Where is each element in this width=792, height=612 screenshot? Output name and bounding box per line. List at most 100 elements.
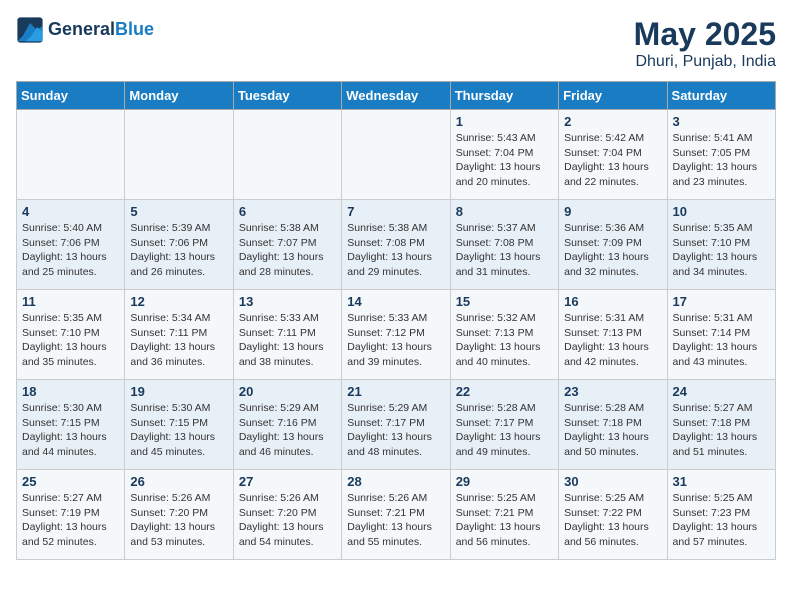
calendar-cell: 31Sunrise: 5:25 AM Sunset: 7:23 PM Dayli… — [667, 470, 775, 560]
calendar-cell: 5 Sunrise: 5:39 AM Sunset: 7:06 PM Daylig… — [125, 200, 233, 290]
calendar-week-row: 4 Sunrise: 5:40 AM Sunset: 7:06 PM Daylig… — [17, 200, 776, 290]
day-number: 10 — [673, 204, 770, 219]
cell-info: Sunrise: 5:31 AM Sunset: 7:14 PM Dayligh… — [673, 311, 770, 370]
day-number: 30 — [564, 474, 661, 489]
calendar-cell: 29Sunrise: 5:25 AM Sunset: 7:21 PM Dayli… — [450, 470, 558, 560]
cell-info: Sunrise: 5:26 AM Sunset: 7:20 PM Dayligh… — [239, 491, 336, 550]
logo-text-block: GeneralBlue — [48, 20, 154, 40]
page-header: GeneralBlue May 2025 Dhuri, Punjab, Indi… — [16, 16, 776, 71]
day-number: 2 — [564, 114, 661, 129]
calendar-cell: 9 Sunrise: 5:36 AM Sunset: 7:09 PM Daylig… — [559, 200, 667, 290]
calendar-header-row: SundayMondayTuesdayWednesdayThursdayFrid… — [17, 82, 776, 110]
calendar-cell — [17, 110, 125, 200]
cell-info: Sunrise: 5:29 AM Sunset: 7:16 PM Dayligh… — [239, 401, 336, 460]
day-number: 18 — [22, 384, 119, 399]
day-number: 14 — [347, 294, 444, 309]
calendar-cell: 3 Sunrise: 5:41 AM Sunset: 7:05 PM Daylig… — [667, 110, 775, 200]
cell-info: Sunrise: 5:30 AM Sunset: 7:15 PM Dayligh… — [130, 401, 227, 460]
calendar-cell: 22Sunrise: 5:28 AM Sunset: 7:17 PM Dayli… — [450, 380, 558, 470]
cell-info: Sunrise: 5:37 AM Sunset: 7:08 PM Dayligh… — [456, 221, 553, 280]
calendar-cell: 18 Sunrise: 5:30 AM Sunset: 7:15 PM Dayli… — [17, 380, 125, 470]
cell-info: Sunrise: 5:42 AM Sunset: 7:04 PM Dayligh… — [564, 131, 661, 190]
day-number: 28 — [347, 474, 444, 489]
calendar-cell — [233, 110, 341, 200]
column-header-thursday: Thursday — [450, 82, 558, 110]
day-number: 6 — [239, 204, 336, 219]
calendar-table: SundayMondayTuesdayWednesdayThursdayFrid… — [16, 81, 776, 560]
cell-info: Sunrise: 5:31 AM Sunset: 7:13 PM Dayligh… — [564, 311, 661, 370]
calendar-cell — [342, 110, 450, 200]
day-number: 16 — [564, 294, 661, 309]
cell-info: Sunrise: 5:36 AM Sunset: 7:09 PM Dayligh… — [564, 221, 661, 280]
day-number: 23 — [564, 384, 661, 399]
day-number: 17 — [673, 294, 770, 309]
title-block: May 2025 Dhuri, Punjab, India — [634, 16, 776, 71]
calendar-week-row: 18 Sunrise: 5:30 AM Sunset: 7:15 PM Dayli… — [17, 380, 776, 470]
logo-blue: Blue — [115, 19, 154, 39]
month-title: May 2025 — [634, 16, 776, 53]
calendar-cell: 13Sunrise: 5:33 AM Sunset: 7:11 PM Dayli… — [233, 290, 341, 380]
day-number: 24 — [673, 384, 770, 399]
column-header-wednesday: Wednesday — [342, 82, 450, 110]
column-header-sunday: Sunday — [17, 82, 125, 110]
calendar-cell: 28 Sunrise: 5:26 AM Sunset: 7:21 PM Dayli… — [342, 470, 450, 560]
cell-info: Sunrise: 5:38 AM Sunset: 7:08 PM Dayligh… — [347, 221, 444, 280]
calendar-cell: 4 Sunrise: 5:40 AM Sunset: 7:06 PM Daylig… — [17, 200, 125, 290]
logo-general: General — [48, 19, 115, 39]
day-number: 15 — [456, 294, 553, 309]
calendar-week-row: 1Sunrise: 5:43 AM Sunset: 7:04 PM Daylig… — [17, 110, 776, 200]
day-number: 19 — [130, 384, 227, 399]
column-header-tuesday: Tuesday — [233, 82, 341, 110]
cell-info: Sunrise: 5:32 AM Sunset: 7:13 PM Dayligh… — [456, 311, 553, 370]
calendar-cell: 23 Sunrise: 5:28 AM Sunset: 7:18 PM Dayli… — [559, 380, 667, 470]
day-number: 27 — [239, 474, 336, 489]
day-number: 20 — [239, 384, 336, 399]
day-number: 21 — [347, 384, 444, 399]
cell-info: Sunrise: 5:28 AM Sunset: 7:18 PM Dayligh… — [564, 401, 661, 460]
cell-info: Sunrise: 5:25 AM Sunset: 7:23 PM Dayligh… — [673, 491, 770, 550]
cell-info: Sunrise: 5:41 AM Sunset: 7:05 PM Dayligh… — [673, 131, 770, 190]
calendar-cell: 26Sunrise: 5:26 AM Sunset: 7:20 PM Dayli… — [125, 470, 233, 560]
calendar-cell: 14Sunrise: 5:33 AM Sunset: 7:12 PM Dayli… — [342, 290, 450, 380]
calendar-cell: 10 Sunrise: 5:35 AM Sunset: 7:10 PM Dayli… — [667, 200, 775, 290]
logo-icon — [16, 16, 44, 44]
calendar-week-row: 25Sunrise: 5:27 AM Sunset: 7:19 PM Dayli… — [17, 470, 776, 560]
cell-info: Sunrise: 5:25 AM Sunset: 7:21 PM Dayligh… — [456, 491, 553, 550]
calendar-cell: 1Sunrise: 5:43 AM Sunset: 7:04 PM Daylig… — [450, 110, 558, 200]
column-header-friday: Friday — [559, 82, 667, 110]
calendar-cell: 16 Sunrise: 5:31 AM Sunset: 7:13 PM Dayli… — [559, 290, 667, 380]
calendar-cell: 24Sunrise: 5:27 AM Sunset: 7:18 PM Dayli… — [667, 380, 775, 470]
cell-info: Sunrise: 5:26 AM Sunset: 7:21 PM Dayligh… — [347, 491, 444, 550]
cell-info: Sunrise: 5:35 AM Sunset: 7:10 PM Dayligh… — [22, 311, 119, 370]
calendar-cell: 25Sunrise: 5:27 AM Sunset: 7:19 PM Dayli… — [17, 470, 125, 560]
calendar-cell: 15 Sunrise: 5:32 AM Sunset: 7:13 PM Dayli… — [450, 290, 558, 380]
day-number: 9 — [564, 204, 661, 219]
calendar-cell: 6 Sunrise: 5:38 AM Sunset: 7:07 PM Daylig… — [233, 200, 341, 290]
cell-info: Sunrise: 5:25 AM Sunset: 7:22 PM Dayligh… — [564, 491, 661, 550]
cell-info: Sunrise: 5:33 AM Sunset: 7:11 PM Dayligh… — [239, 311, 336, 370]
day-number: 22 — [456, 384, 553, 399]
calendar-cell: 2 Sunrise: 5:42 AM Sunset: 7:04 PM Daylig… — [559, 110, 667, 200]
calendar-cell: 21Sunrise: 5:29 AM Sunset: 7:17 PM Dayli… — [342, 380, 450, 470]
cell-info: Sunrise: 5:39 AM Sunset: 7:06 PM Dayligh… — [130, 221, 227, 280]
calendar-cell — [125, 110, 233, 200]
day-number: 5 — [130, 204, 227, 219]
day-number: 12 — [130, 294, 227, 309]
column-header-monday: Monday — [125, 82, 233, 110]
column-header-saturday: Saturday — [667, 82, 775, 110]
calendar-cell: 12Sunrise: 5:34 AM Sunset: 7:11 PM Dayli… — [125, 290, 233, 380]
calendar-week-row: 11 Sunrise: 5:35 AM Sunset: 7:10 PM Dayli… — [17, 290, 776, 380]
cell-info: Sunrise: 5:38 AM Sunset: 7:07 PM Dayligh… — [239, 221, 336, 280]
day-number: 11 — [22, 294, 119, 309]
cell-info: Sunrise: 5:30 AM Sunset: 7:15 PM Dayligh… — [22, 401, 119, 460]
day-number: 8 — [456, 204, 553, 219]
cell-info: Sunrise: 5:40 AM Sunset: 7:06 PM Dayligh… — [22, 221, 119, 280]
cell-info: Sunrise: 5:35 AM Sunset: 7:10 PM Dayligh… — [673, 221, 770, 280]
calendar-cell: 19 Sunrise: 5:30 AM Sunset: 7:15 PM Dayli… — [125, 380, 233, 470]
day-number: 4 — [22, 204, 119, 219]
calendar-cell: 27 Sunrise: 5:26 AM Sunset: 7:20 PM Dayli… — [233, 470, 341, 560]
calendar-cell: 8 Sunrise: 5:37 AM Sunset: 7:08 PM Daylig… — [450, 200, 558, 290]
day-number: 1 — [456, 114, 553, 129]
day-number: 26 — [130, 474, 227, 489]
day-number: 3 — [673, 114, 770, 129]
